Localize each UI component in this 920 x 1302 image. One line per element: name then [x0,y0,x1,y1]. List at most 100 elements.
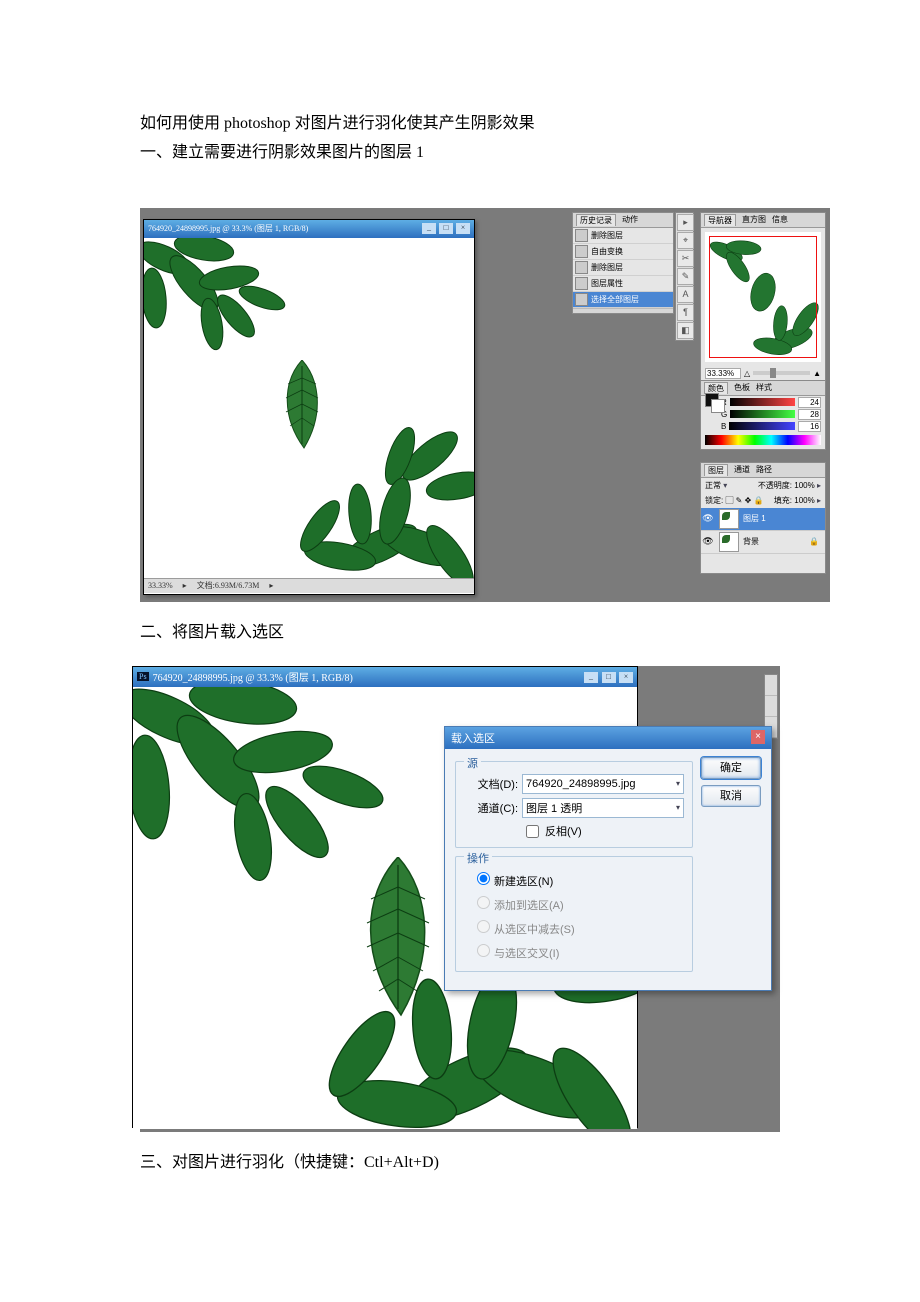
layer-thumbnail[interactable] [719,532,739,552]
g-value[interactable]: 28 [798,409,821,420]
history-item[interactable]: 删除图层 [573,260,673,276]
channel-label: 通道(C): [464,800,518,816]
tool-icon[interactable]: ¶ [677,304,694,321]
layers-panel[interactable]: 图层 通道 路径 正常 ▾ 不透明度: 100% ▸ 锁定: ▢ ✎ ✥ 🔒 填… [700,462,826,574]
op-radio [477,920,490,933]
opacity-value[interactable]: 100% [794,481,814,490]
tab-paths[interactable]: 路径 [756,464,772,476]
lock-icon: 🔒 [809,537,819,546]
layer-name[interactable]: 背景 [743,536,759,547]
op-intersect-selection: 与选区交叉(I) [472,941,684,961]
zoom-out-icon[interactable]: △ [744,369,750,378]
history-item[interactable]: 删除图层 [573,228,673,244]
close-icon[interactable]: × [456,223,470,234]
window-titlebar[interactable]: Ps 764920_24898995.jpg @ 33.3% (图层 1, RG… [133,667,637,687]
doc-step1: 一、建立需要进行阴影效果图片的图层 1 [140,139,780,168]
b-value[interactable]: 16 [798,421,821,432]
op-add-selection: 添加到选区(A) [472,893,684,913]
navigator-preview[interactable] [705,232,821,362]
tab-layers[interactable]: 图层 [704,464,728,476]
opacity-label: 不透明度: [758,481,792,490]
chevron-down-icon: ▾ [676,779,680,788]
tab-info[interactable]: 信息 [772,214,788,226]
tool-strip[interactable]: ▸ ⌖ ✂ ✎ A ¶ ◧ [675,212,694,341]
tab-actions[interactable]: 动作 [622,214,638,226]
group-source-label: 源 [464,755,481,771]
tab-history[interactable]: 历史记录 [576,214,616,226]
op-sub-selection: 从选区中减去(S) [472,917,684,937]
group-operation-label: 操作 [464,850,492,866]
history-item[interactable]: 图层属性 [573,276,673,292]
close-icon[interactable]: × [619,672,633,683]
tab-histogram[interactable]: 直方图 [742,214,766,226]
tool-icon[interactable]: ✎ [677,268,694,285]
r-slider[interactable] [730,398,795,406]
channel-select[interactable]: 图层 1 透明▾ [522,798,684,818]
zoom-in-icon[interactable]: ▲ [813,369,821,378]
dialog-title: 载入选区 [451,730,495,746]
background-color[interactable] [711,399,725,413]
layer-row[interactable]: 👁 背景 🔒 [701,531,825,554]
r-value[interactable]: 24 [798,397,821,408]
document-label: 文档(D): [464,776,518,792]
zoom-slider[interactable] [753,371,810,375]
dialog-close-icon[interactable]: × [751,730,765,744]
tool-icon[interactable]: A [677,286,694,303]
color-panel[interactable]: 颜色 色板 样式 R24 G28 B16 [700,380,826,450]
doc-step2: 二、将图片载入选区 [140,618,780,642]
canvas[interactable] [144,238,474,578]
history-panel[interactable]: 历史记录 动作 删除图层 自由变换 删除图层 图层属性 选择全部图层 [572,212,674,314]
photoshop-workspace-1: 764920_24898995.jpg @ 33.3% (图层 1, RGB/8… [140,208,830,602]
tool-icon[interactable]: ◧ [677,322,694,339]
fill-value[interactable]: 100% [794,496,814,505]
maximize-icon[interactable]: □ [439,223,453,234]
document-intro: 如何用使用 photoshop 对图片进行羽化使其产生阴影效果 一、建立需要进行… [140,110,780,168]
history-item[interactable]: 自由变换 [573,244,673,260]
leaf-artwork [144,238,304,378]
maximize-icon[interactable]: □ [602,672,616,683]
layer-row-selected[interactable]: 👁 图层 1 [701,508,825,531]
visibility-icon[interactable]: 👁 [701,536,715,547]
minimize-icon[interactable]: _ [422,223,436,234]
load-selection-dialog: 载入选区 × 确定 取消 源 文档(D): 764920_24898995.jp… [444,726,772,991]
b-slider[interactable] [729,422,795,430]
dialog-titlebar[interactable]: 载入选区 × [445,727,771,749]
visibility-icon[interactable]: 👁 [701,513,715,524]
layer-thumbnail[interactable] [719,509,739,529]
tool-icon[interactable]: ▸ [677,214,694,231]
history-item-selected[interactable]: 选择全部图层 [573,292,673,308]
color-spectrum[interactable] [705,435,821,445]
window-system-buttons[interactable]: _ □ × [421,223,470,234]
photoshop-workspace-2: Ps 764920_24898995.jpg @ 33.3% (图层 1, RG… [140,666,780,1132]
blend-mode[interactable]: 正常 [705,481,721,490]
cancel-button[interactable]: 取消 [701,785,761,807]
lock-label: 锁定: [705,496,723,505]
window-title: 764920_24898995.jpg @ 33.3% (图层 1, RGB/8… [153,669,353,684]
g-slider[interactable] [730,410,795,418]
doc-step3: 三、对图片进行羽化（快捷键：Ctl+Alt+D) [140,1148,780,1172]
op-radio [477,896,490,909]
navigator-panel[interactable]: 导航器 直方图 信息 [700,212,826,382]
window-system-buttons[interactable]: _ □ × [583,671,633,683]
ok-button[interactable]: 确定 [701,757,761,779]
fill-label: 填充: [774,496,792,505]
layer-name[interactable]: 图层 1 [743,513,766,524]
tab-channels[interactable]: 通道 [734,464,750,476]
document-select[interactable]: 764920_24898995.jpg▾ [522,774,684,794]
tool-icon[interactable]: ⌖ [677,232,694,249]
status-docinfo: 文档:6.93M/6.73M [197,580,260,591]
tab-styles[interactable]: 样式 [756,382,772,394]
status-zoom: 33.33% [148,581,173,590]
tab-swatches[interactable]: 色板 [734,382,750,394]
chevron-down-icon: ▾ [676,803,680,812]
tool-icon[interactable]: ✂ [677,250,694,267]
window-titlebar[interactable]: 764920_24898995.jpg @ 33.3% (图层 1, RGB/8… [144,220,474,238]
op-new-selection[interactable]: 新建选区(N) [472,869,684,889]
op-radio[interactable] [477,872,490,885]
invert-checkbox[interactable] [526,825,539,838]
window-title: 764920_24898995.jpg @ 33.3% (图层 1, RGB/8… [148,223,308,234]
tab-navigator[interactable]: 导航器 [704,214,736,226]
navigator-zoom-value[interactable]: 33.33% [705,368,741,379]
minimize-icon[interactable]: _ [584,672,598,683]
document-window: 764920_24898995.jpg @ 33.3% (图层 1, RGB/8… [143,219,475,595]
